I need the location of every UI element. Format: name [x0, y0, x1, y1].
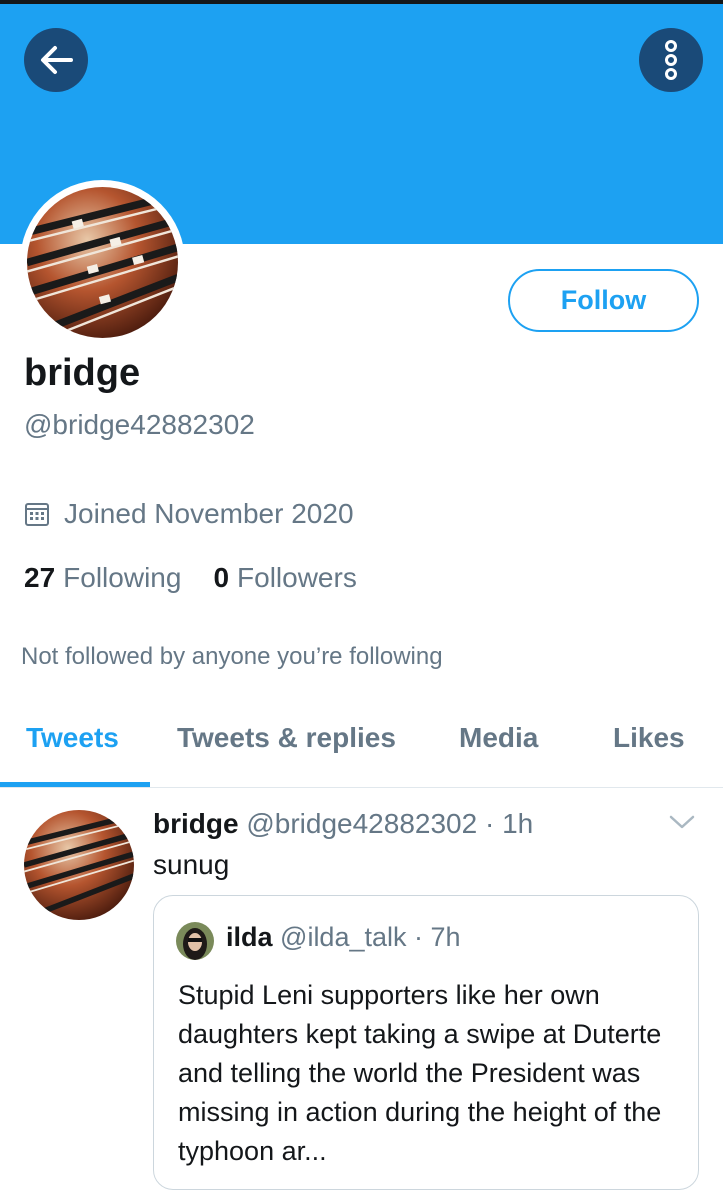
tab-media[interactable]: Media — [459, 722, 538, 754]
tweet-header: bridge @bridge42882302 · 1h — [153, 808, 533, 840]
quoted-tweet-time: · 7h — [414, 922, 461, 952]
joined-text: Joined November 2020 — [64, 498, 354, 529]
followers-link[interactable]: 0 Followers — [213, 562, 356, 594]
tweet-author-name[interactable]: bridge — [153, 808, 239, 839]
profile-handle: @bridge42882302 — [24, 409, 255, 440]
tab-tweets-replies[interactable]: Tweets & replies — [177, 722, 396, 754]
follow-stats: 27 Following 0 Followers — [24, 562, 357, 594]
active-tab-indicator — [0, 782, 150, 787]
chevron-down-icon[interactable] — [668, 812, 696, 832]
tweet-text: sunug — [153, 849, 230, 880]
mutual-followers-note: Not followed by anyone you’re following — [21, 643, 443, 670]
follow-button[interactable]: Follow — [508, 269, 699, 332]
followers-label: Followers — [237, 562, 357, 593]
arrow-left-icon — [41, 46, 73, 74]
tab-likes[interactable]: Likes — [613, 722, 685, 754]
tweet-author-avatar[interactable] — [24, 810, 134, 920]
quoted-tweet[interactable]: ilda @ilda_talk · 7h Stupid Leni support… — [153, 895, 699, 1190]
tab-tweets[interactable]: Tweets — [26, 722, 119, 754]
following-count: 27 — [24, 562, 56, 593]
followers-count: 0 — [213, 562, 230, 593]
joined-date: Joined November 2020 — [24, 498, 354, 530]
quoted-author-name: ilda — [226, 922, 273, 952]
tweet-time: · 1h — [484, 808, 534, 839]
following-link[interactable]: 27 Following — [24, 562, 181, 594]
tweet-author-handle: @bridge42882302 — [246, 808, 478, 839]
quoted-tweet-header: ilda @ilda_talk · 7h — [226, 922, 461, 953]
back-button[interactable] — [24, 28, 88, 92]
vertical-dots-icon — [665, 40, 677, 80]
quoted-author-handle: @ilda_talk — [280, 922, 407, 952]
quoted-tweet-text: Stupid Leni supporters like her own daug… — [178, 980, 662, 1166]
calendar-icon — [25, 503, 49, 526]
following-label: Following — [63, 562, 182, 593]
profile-avatar[interactable] — [20, 180, 185, 345]
more-options-button[interactable] — [639, 28, 703, 92]
avatar-image — [27, 187, 178, 338]
quoted-author-avatar — [176, 922, 214, 960]
profile-tabs: Tweets Tweets & replies Media Likes — [0, 700, 723, 788]
profile-display-name: bridge — [24, 352, 141, 394]
